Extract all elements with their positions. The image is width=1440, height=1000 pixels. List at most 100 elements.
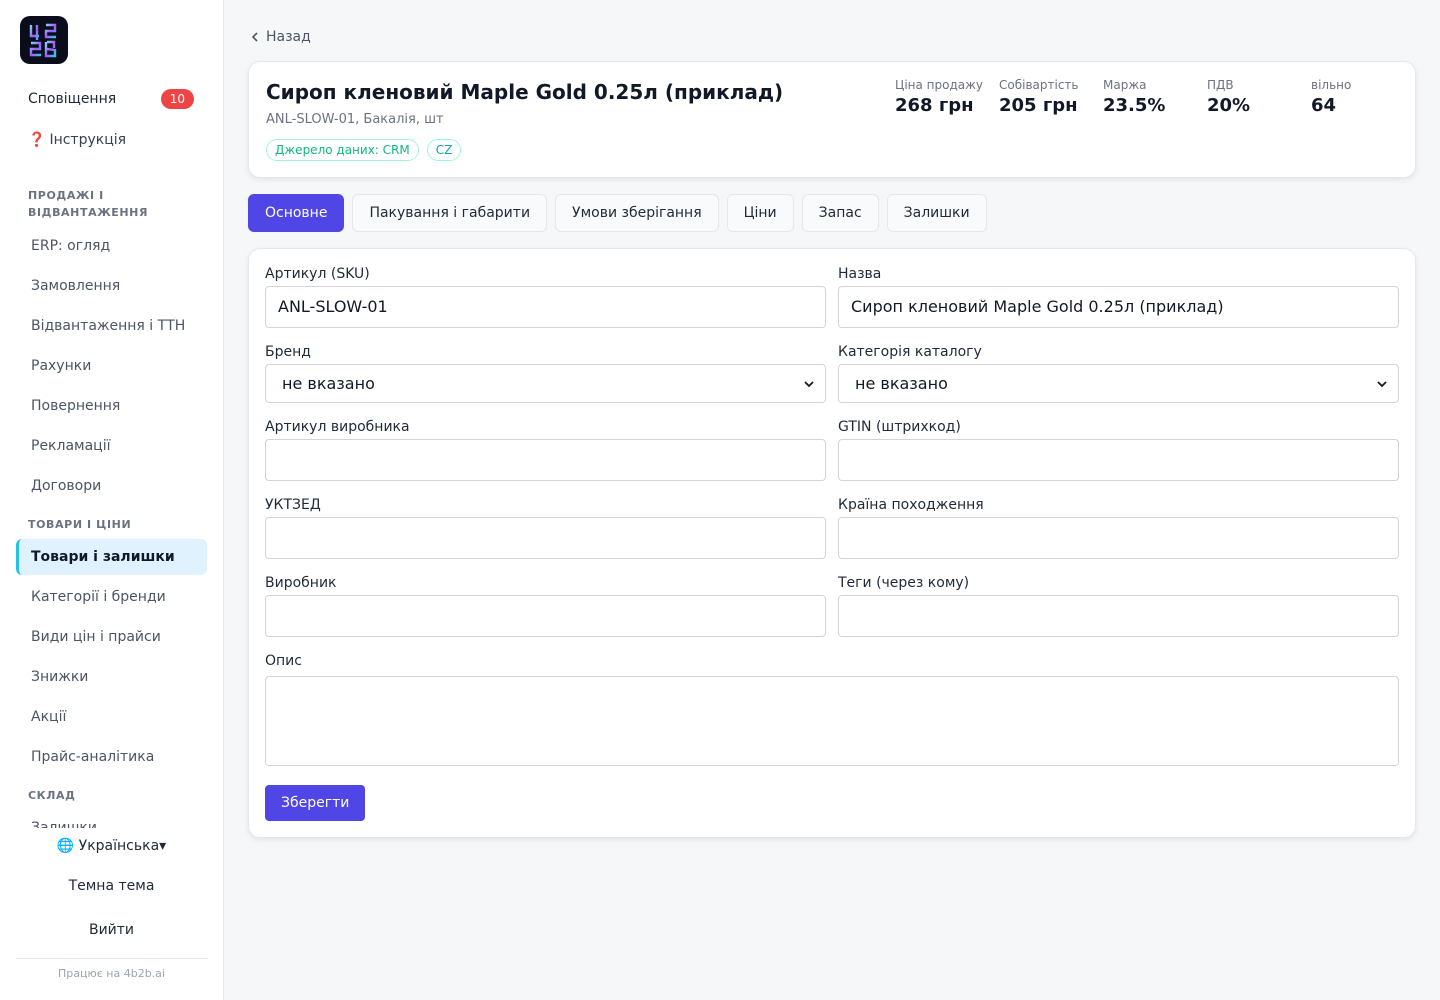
product-kpis: Ціна продажу 268 грн Собівартість 205 гр… (895, 78, 1415, 116)
kpi-vat: ПДВ 20% (1207, 78, 1311, 116)
sidebar-footer: 🌐 Українська▾ Темна тема Вийти Працює на… (0, 828, 223, 980)
app-logo[interactable] (20, 16, 68, 64)
kpi-value: 205 грн (999, 95, 1078, 116)
sidebar-item-returns[interactable]: Повернення (16, 388, 207, 424)
product-header-card: Сироп кленовий Maple Gold 0.25л (приклад… (248, 61, 1416, 178)
manufacturer-sku-input[interactable] (265, 439, 826, 481)
manufacturer-sku-label: Артикул виробника (265, 419, 410, 435)
logout-button[interactable]: Вийти (0, 908, 223, 952)
brand-label: Бренд (265, 344, 311, 360)
tags-field-group: Теги (через кому) (838, 575, 1399, 637)
product-tabs: Основне Пакування і габарити Умови збері… (248, 194, 987, 232)
description-field-group: Опис (265, 653, 826, 673)
kpi-label: ПДВ (1207, 78, 1234, 92)
theme-toggle-button[interactable]: Темна тема (0, 864, 223, 908)
question-icon: ❓ (28, 132, 46, 148)
sku-input[interactable]: ANL-SLOW-01 (265, 286, 826, 328)
notifications-link[interactable]: Сповіщення 10 (16, 82, 206, 116)
back-label: Назад (266, 29, 311, 45)
sidebar-item-contracts[interactable]: Договори (16, 468, 207, 504)
brand-select[interactable]: не вказано (265, 364, 826, 403)
manufacturer-sku-field-group: Артикул виробника (265, 419, 826, 481)
sidebar-item-discounts[interactable]: Знижки (16, 659, 207, 695)
tab-packaging[interactable]: Пакування і габарити (352, 194, 548, 232)
sidebar-item-categories-brands[interactable]: Категорії і бренди (16, 579, 207, 615)
uktzed-input[interactable] (265, 517, 826, 559)
product-subtitle: ANL-SLOW-01, Бакалія, шт (266, 112, 444, 127)
name-label: Назва (838, 266, 882, 282)
sidebar-item-price-lists[interactable]: Види цін і прайси (16, 619, 207, 655)
nav-section-title: СКЛАД (28, 789, 76, 802)
country-field-group: Країна походження (838, 497, 1399, 559)
sidebar-item-stock[interactable]: Залишки (16, 810, 207, 828)
category-label: Категорія каталогу (838, 344, 982, 360)
name-input[interactable]: Сироп кленовий Maple Gold 0.25л (приклад… (838, 286, 1399, 328)
manufacturer-input[interactable] (265, 595, 826, 637)
sidebar: Сповіщення 10 ❓ Інструкція ПРОДАЖІ І ВІД… (0, 0, 224, 1000)
tab-storage[interactable]: Умови зберігання (555, 194, 719, 232)
country-tag: CZ (426, 139, 462, 161)
kpi-value: 20% (1207, 95, 1251, 116)
sidebar-item-invoices[interactable]: Рахунки (16, 348, 207, 384)
tab-reserve[interactable]: Запас (801, 194, 879, 232)
chevron-down-icon (1377, 381, 1387, 388)
notifications-label: Сповіщення (28, 91, 117, 107)
tags-label: Теги (через кому) (838, 575, 970, 591)
sidebar-item-shipments[interactable]: Відвантаження і ТТН (16, 308, 207, 344)
uktzed-field-group: УКТЗЕД (265, 497, 826, 559)
description-label: Опис (265, 653, 302, 669)
uktzed-label: УКТЗЕД (265, 497, 321, 513)
sidebar-nav[interactable]: ПРОДАЖІ І ВІДВАНТАЖЕННЯ ERP: огляд Замов… (0, 180, 223, 828)
product-tags: Джерело даних: CRM CZ (266, 139, 462, 161)
sidebar-item-claims[interactable]: Рекламації (16, 428, 207, 464)
gtin-label: GTIN (штрихкод) (838, 419, 961, 435)
kpi-value: 23.5% (1103, 95, 1166, 116)
manufacturer-field-group: Виробник (265, 575, 826, 637)
tab-general[interactable]: Основне (248, 194, 345, 232)
sidebar-item-promotions[interactable]: Акції (16, 699, 207, 735)
notifications-count-badge: 10 (160, 89, 194, 109)
kpi-label: Ціна продажу (895, 78, 984, 92)
kpi-sale-price: Ціна продажу 268 грн (895, 78, 999, 116)
kpi-value: 268 грн (895, 95, 974, 116)
powered-by: Працює на 4b2b.ai (58, 967, 165, 980)
kpi-available: вільно 64 (1311, 78, 1415, 116)
chevron-left-icon (251, 32, 258, 42)
save-button[interactable]: Зберегти (265, 785, 366, 821)
manufacturer-label: Виробник (265, 575, 337, 591)
gtin-input[interactable] (838, 439, 1399, 481)
kpi-cost: Собівартість 205 грн (999, 78, 1103, 116)
nav-section-title: ТОВАРИ І ЦІНИ (28, 518, 132, 531)
kpi-margin: Маржа 23.5% (1103, 78, 1207, 116)
help-label: Інструкція (49, 132, 127, 148)
tab-prices[interactable]: Ціни (726, 194, 794, 232)
gtin-field-group: GTIN (штрихкод) (838, 419, 1399, 481)
back-link[interactable]: Назад (250, 29, 311, 45)
sidebar-item-price-analytics[interactable]: Прайс-аналітика (16, 739, 207, 775)
sidebar-item-erp-overview[interactable]: ERP: огляд (16, 228, 207, 264)
tab-stock[interactable]: Залишки (886, 194, 987, 232)
data-source-tag: Джерело даних: CRM (266, 139, 419, 161)
sku-field-group: Артикул (SKU) ANL-SLOW-01 (265, 266, 826, 328)
category-field-group: Категорія каталогу не вказано (838, 344, 1399, 403)
help-link[interactable]: ❓ Інструкція (16, 124, 206, 156)
kpi-label: Собівартість (999, 78, 1079, 92)
chevron-down-icon (804, 381, 814, 388)
kpi-value: 64 (1311, 95, 1337, 116)
brand-selected-value: не вказано (282, 374, 375, 393)
tags-input[interactable] (838, 595, 1399, 637)
divider (16, 958, 207, 959)
category-selected-value: не вказано (855, 374, 948, 393)
sidebar-item-products[interactable]: Товари і залишки (16, 539, 207, 575)
language-select[interactable]: 🌐 Українська▾ (0, 828, 223, 864)
country-input[interactable] (838, 517, 1399, 559)
product-title: Сироп кленовий Maple Gold 0.25л (приклад… (266, 80, 784, 104)
sidebar-item-orders[interactable]: Замовлення (16, 268, 207, 304)
sku-label: Артикул (SKU) (265, 266, 370, 282)
name-field-group: Назва Сироп кленовий Maple Gold 0.25л (п… (838, 266, 1399, 328)
product-form: Артикул (SKU) ANL-SLOW-01 Назва Сироп кл… (248, 248, 1416, 838)
nav-section-title: ПРОДАЖІ І ВІДВАНТАЖЕННЯ (28, 189, 149, 219)
description-textarea[interactable] (265, 676, 1399, 766)
category-select[interactable]: не вказано (838, 364, 1399, 403)
country-label: Країна походження (838, 497, 984, 513)
